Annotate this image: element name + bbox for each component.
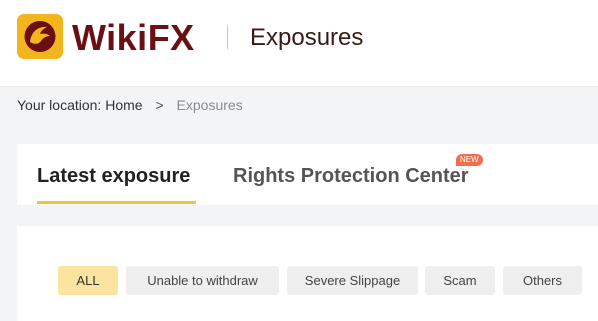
breadcrumb-separator: > bbox=[155, 97, 164, 113]
eagle-logo-icon[interactable] bbox=[17, 14, 63, 59]
page-title: Exposures bbox=[250, 24, 364, 51]
breadcrumb-prefix: Your location: bbox=[17, 97, 102, 113]
filter-all-button[interactable]: ALL bbox=[58, 266, 118, 295]
filter-scam-button[interactable]: Scam bbox=[425, 266, 495, 295]
new-badge: NEW bbox=[456, 154, 483, 166]
brand-name[interactable]: WikiFX bbox=[72, 17, 195, 59]
filter-unable-to-withdraw-button[interactable]: Unable to withdraw bbox=[126, 266, 279, 295]
filter-severe-slippage-button[interactable]: Severe Slippage bbox=[287, 266, 418, 295]
breadcrumb-home-link[interactable]: Home bbox=[105, 97, 142, 113]
header-divider bbox=[227, 25, 228, 49]
filter-others-button[interactable]: Others bbox=[503, 266, 582, 295]
eagle-logo-svg bbox=[24, 21, 56, 52]
tabs-panel: Latest exposure Rights Protection Center… bbox=[17, 144, 598, 205]
breadcrumb-current: Exposures bbox=[176, 97, 243, 113]
tab-rights-protection-center[interactable]: Rights Protection Center bbox=[233, 162, 469, 190]
tab-latest-exposure[interactable]: Latest exposure bbox=[37, 162, 190, 190]
active-tab-indicator bbox=[37, 201, 196, 204]
breadcrumb: Your location: Home > Exposures bbox=[17, 95, 243, 115]
site-header: WikiFX Exposures bbox=[0, 0, 598, 87]
filter-panel: ALL Unable to withdraw Severe Slippage S… bbox=[17, 226, 598, 321]
